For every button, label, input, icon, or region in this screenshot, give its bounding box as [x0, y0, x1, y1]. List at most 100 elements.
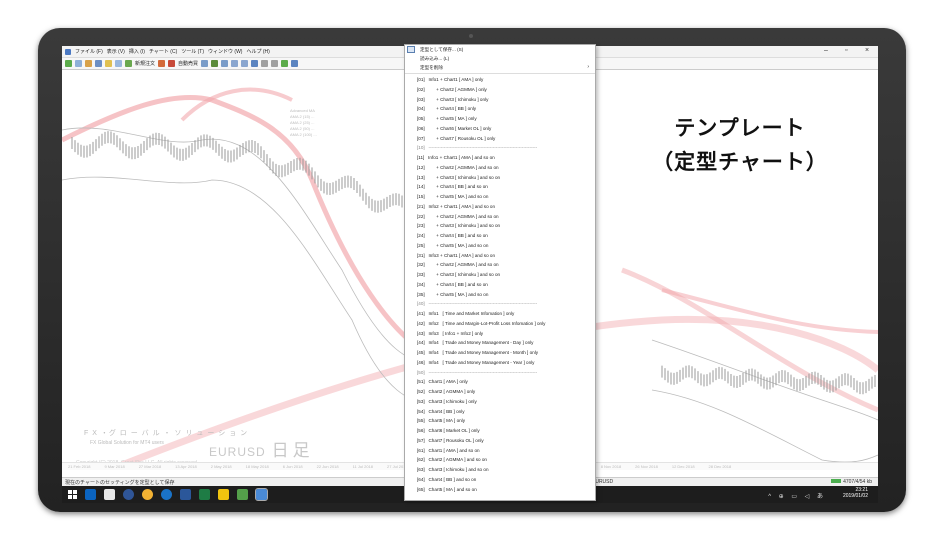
template-menu-item[interactable]: [41] Info1 [ Time and Market Infomation … [417, 309, 595, 319]
timeframe-label: 日足 [271, 441, 314, 460]
template-menu-item[interactable]: [44] Info4 [ Trade and Money Management … [417, 338, 595, 348]
maximize-icon[interactable]: ▫ [845, 47, 847, 54]
template-menu-item[interactable]: [14] + Chart4 [ BB ] and so on [417, 182, 595, 192]
template-menu-item[interactable]: [21] Info2 + Chart1 [ AMA ] and so on [417, 202, 595, 212]
template-menu-item[interactable]: [06] + Chart6 [ Market OL ] only [417, 124, 595, 134]
template-menu-item[interactable]: [01] Info1 + Chart1 [ AMA ] only [417, 75, 595, 85]
close-icon[interactable]: × [865, 47, 869, 54]
template-menu-item[interactable]: [42] Info2 [ Time and Margin-Lot-Profit … [417, 319, 595, 329]
profiles-icon[interactable] [75, 60, 82, 67]
menu-file[interactable]: ファイル (F) [75, 48, 103, 55]
menu-save-template[interactable]: 定型として保存... (S) [405, 45, 595, 54]
tray-icons[interactable]: ^ ⊕ ▭ ◁ あ [768, 491, 826, 500]
metaeditor-taskbar-icon[interactable] [237, 489, 248, 500]
template-menu-item[interactable]: [65] Chart5 [ MA ] and so on [417, 485, 595, 495]
auto-trade-button[interactable]: 自動売買 [178, 60, 198, 67]
market-watch-icon[interactable] [85, 60, 92, 67]
template-menu-item[interactable]: [32] + Chart2 [ AGMMA ] and so on [417, 260, 595, 270]
mt4-taskbar-icon[interactable] [255, 488, 268, 501]
data-window-icon[interactable] [95, 60, 102, 67]
menu-window[interactable]: ウィンドウ (W) [208, 48, 242, 55]
chart-shift-icon[interactable] [271, 60, 279, 67]
menu-delete-template[interactable]: 定型を削除 › [405, 63, 595, 72]
metaeditor-icon[interactable] [158, 60, 166, 67]
template-menu-item[interactable]: [15] + Chart5 [ MA ] and so on [417, 192, 595, 202]
template-menu-item[interactable]: [63] Chart3 [ Ichimoku ] and so on [417, 465, 595, 475]
date-axis-label: 12 Dec 2018 [671, 464, 695, 469]
zoom-in-icon[interactable] [231, 60, 239, 67]
app-icon [65, 48, 71, 55]
date-axis-label: 6 Jun 2018 [282, 464, 303, 469]
template-menu-item[interactable]: [54] Chart4 [ BB ] only [417, 407, 595, 417]
navigator-icon[interactable] [105, 60, 112, 67]
template-menu-item[interactable]: [04] + Chart4 [ BB ] only [417, 104, 595, 114]
template-menu-item[interactable]: [05] + Chart5 [ MA ] only [417, 114, 595, 124]
auto-trade-icon[interactable] [168, 60, 176, 67]
tile-icon[interactable] [251, 60, 259, 67]
ama-line [62, 94, 424, 353]
template-menu-item[interactable]: [34] + Chart4 [ BB ] and so on [417, 280, 595, 290]
template-menu-item[interactable]: [64] Chart4 [ BB ] and so on [417, 475, 595, 485]
template-menu-item[interactable]: [24] + Chart4 [ BB ] and so on [417, 231, 595, 241]
date-axis-label: 18 May 2018 [245, 464, 269, 469]
menu-load-template[interactable]: 読み込み... (L) [405, 54, 595, 63]
template-menu-item[interactable]: [35] + Chart5 [ MA ] and so on [417, 290, 595, 300]
menu-help[interactable]: ヘルプ (H) [246, 48, 269, 55]
ama-line [180, 87, 293, 122]
menu-view[interactable]: 表示 (V) [107, 48, 125, 55]
app-icon[interactable] [123, 489, 134, 500]
menu-tools[interactable]: ツール (T) [181, 48, 204, 55]
template-menu-item[interactable]: [62] Chart2 [ AGMMA ] and so on [417, 455, 595, 465]
template-menu-item[interactable]: [55] Chart5 [ MA ] only [417, 416, 595, 426]
template-menu-item[interactable]: [46] Info4 [ Trade and Money Management … [417, 358, 595, 368]
template-menu-item[interactable]: [33] + Chart3 [ Ichimoku ] and so on [417, 270, 595, 280]
template-menu-item[interactable]: [45] Info4 [ Trade and Money Management … [417, 348, 595, 358]
clock[interactable]: 23:21 2019/01/02 [843, 487, 868, 499]
indicators-icon[interactable] [281, 60, 289, 67]
template-menu-item[interactable]: [53] Chart3 [ Ichimoku ] only [417, 397, 595, 407]
caption: テンプレート （定型チャート） [620, 112, 860, 180]
template-menu-item[interactable]: [07] + Chart7 [ Rousoku OL ] only [417, 134, 595, 144]
template-menu-item[interactable]: [12] + Chart2 [ AGMMA ] and so on [417, 163, 595, 173]
template-menu-item[interactable]: [22] + Chart2 [ AGMMA ] and so on [417, 212, 595, 222]
template-menu-item[interactable]: [23] + Chart3 [ Ichimoku ] and so on [417, 221, 595, 231]
template-menu-item[interactable]: [52] Chart2 [ AGMMA ] only [417, 387, 595, 397]
excel-icon[interactable] [199, 489, 210, 500]
new-order-button[interactable]: 新規注文 [135, 60, 155, 67]
template-menu-item[interactable]: [25] + Chart5 [ MA ] and so on [417, 241, 595, 251]
periods-icon[interactable] [291, 60, 299, 67]
template-menu-item[interactable]: [03] + Chart3 [ Ichimoku ] only [417, 95, 595, 105]
word-icon[interactable] [180, 489, 191, 500]
start-icon[interactable] [68, 490, 77, 499]
minimize-icon[interactable]: – [824, 47, 828, 54]
template-menu-item[interactable]: [11] Info1 + Chart1 [ AMA ] and so on [417, 153, 595, 163]
template-menu-item[interactable]: [43] Info3 [ Info1 + Info2 ] only [417, 329, 595, 339]
bar-chart-icon[interactable] [201, 60, 209, 67]
autoscroll-icon[interactable] [261, 60, 269, 67]
zoom-out-icon[interactable] [241, 60, 249, 67]
explorer-icon[interactable] [218, 489, 229, 500]
date-axis-label: 27 Mar 2018 [138, 464, 162, 469]
outlook-icon[interactable] [85, 489, 96, 500]
template-menu-item[interactable]: [61] Chart1 [ AMA ] and so on [417, 446, 595, 456]
template-menu-item[interactable]: [51] Chart1 [ AMA ] only [417, 377, 595, 387]
line-chart-icon[interactable] [221, 60, 229, 67]
template-menu-item[interactable]: [56] Chart6 [ Market OL ] only [417, 426, 595, 436]
terminal-icon[interactable] [115, 60, 122, 67]
template-menu-item[interactable]: [31] Info3 + Chart1 [ AMA ] and so on [417, 251, 595, 261]
template-menu-item[interactable]: [57] Chart7 [ Rousoku OL ] only [417, 436, 595, 446]
ama-line [621, 267, 878, 413]
edge-icon[interactable] [161, 489, 172, 500]
candlestick-icon[interactable] [211, 60, 219, 67]
file-icon[interactable] [104, 489, 115, 500]
menu-insert[interactable]: 挿入 (I) [129, 48, 145, 55]
traffic-value: 4707/4/54 kb [843, 479, 872, 485]
template-menu-item[interactable]: [02] + Chart2 [ AGMMA ] only [417, 85, 595, 95]
new-chart-icon[interactable] [65, 60, 72, 67]
chrome-icon[interactable] [142, 489, 153, 500]
menu-chart[interactable]: チャート (C) [149, 48, 177, 55]
template-menu-item[interactable]: [13] + Chart3 [ Ichimoku ] and so on [417, 173, 595, 183]
new-order-icon[interactable] [125, 60, 132, 67]
ime-indicator[interactable]: あ [817, 494, 826, 500]
menu-save-label: 定型として保存... (S) [420, 47, 464, 52]
